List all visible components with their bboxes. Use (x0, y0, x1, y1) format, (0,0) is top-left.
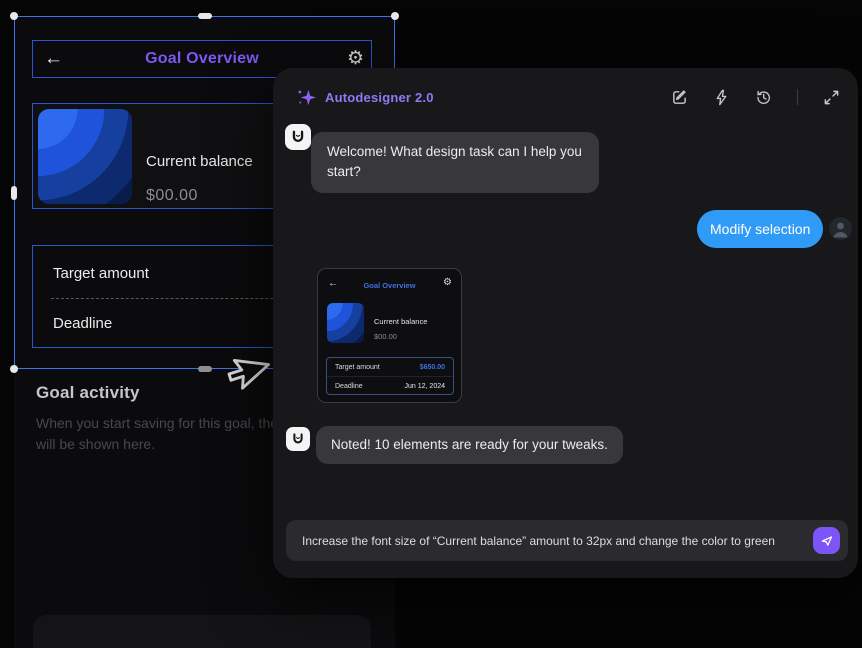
selection-handle-top-right[interactable] (391, 12, 399, 20)
thumb-deadline-label: Deadline (335, 383, 363, 390)
thumb-target-row: Target amount $650.00 (327, 358, 453, 376)
chat-header-actions (671, 89, 840, 106)
history-icon[interactable] (755, 89, 772, 106)
design-thumbnail-card[interactable]: ← Goal Overview ⚙ Current balance $00.00… (317, 268, 462, 403)
thumb-target-value: $650.00 (420, 364, 445, 371)
thumb-deadline-row: Deadline Jun 12, 2024 (327, 377, 453, 395)
uizard-logo-icon (290, 431, 306, 447)
edit-icon[interactable] (671, 89, 688, 106)
cursor-icon (222, 351, 273, 398)
thumb-title: Goal Overview (318, 281, 461, 290)
chat-header: Autodesigner 2.0 (273, 68, 858, 126)
thumb-gear-icon: ⚙ (443, 277, 452, 288)
lightning-icon[interactable] (713, 89, 730, 106)
uizard-bot-avatar (286, 427, 310, 451)
expand-icon[interactable] (823, 89, 840, 106)
prompt-input[interactable] (286, 520, 848, 561)
bottom-action-button[interactable] (33, 615, 371, 648)
thumb-balance-label: Current balance (374, 317, 427, 326)
uizard-bot-avatar (285, 124, 311, 150)
user-avatar (829, 217, 852, 240)
bot-message-welcome: Welcome! What design task can I help you… (311, 132, 599, 193)
thumb-deadline-value: Jun 12, 2024 (405, 383, 445, 390)
sparkle-logo-icon (297, 88, 316, 107)
goal-activity-title: Goal activity (36, 383, 140, 403)
selection-handle-top-left[interactable] (10, 12, 18, 20)
selection-handle-bottom-middle[interactable] (198, 366, 212, 372)
selection-handle-left-middle[interactable] (11, 186, 17, 200)
prompt-input-container (286, 520, 848, 561)
thumb-balance-image (327, 303, 364, 343)
bot-message-noted: Noted! 10 elements are ready for your tw… (316, 426, 623, 464)
selection-handle-bottom-left[interactable] (10, 365, 18, 373)
send-button[interactable] (813, 527, 840, 554)
header-divider (797, 89, 798, 105)
person-icon (829, 217, 852, 240)
chat-panel-title: Autodesigner 2.0 (325, 90, 434, 105)
send-icon (819, 533, 834, 548)
autodesigner-chat-panel: Autodesigner 2.0 (273, 68, 858, 578)
uizard-logo-icon (289, 128, 307, 146)
thumb-fields-box: Target amount $650.00 Deadline Jun 12, 2… (326, 357, 454, 395)
selection-handle-top-middle[interactable] (198, 13, 212, 19)
app-window: ← Goal Overview ⚙ Current balance $00.00… (0, 0, 862, 648)
thumb-balance-amount: $00.00 (374, 332, 397, 341)
user-message-modify-selection[interactable]: Modify selection (697, 210, 823, 248)
thumb-target-label: Target amount (335, 364, 380, 371)
